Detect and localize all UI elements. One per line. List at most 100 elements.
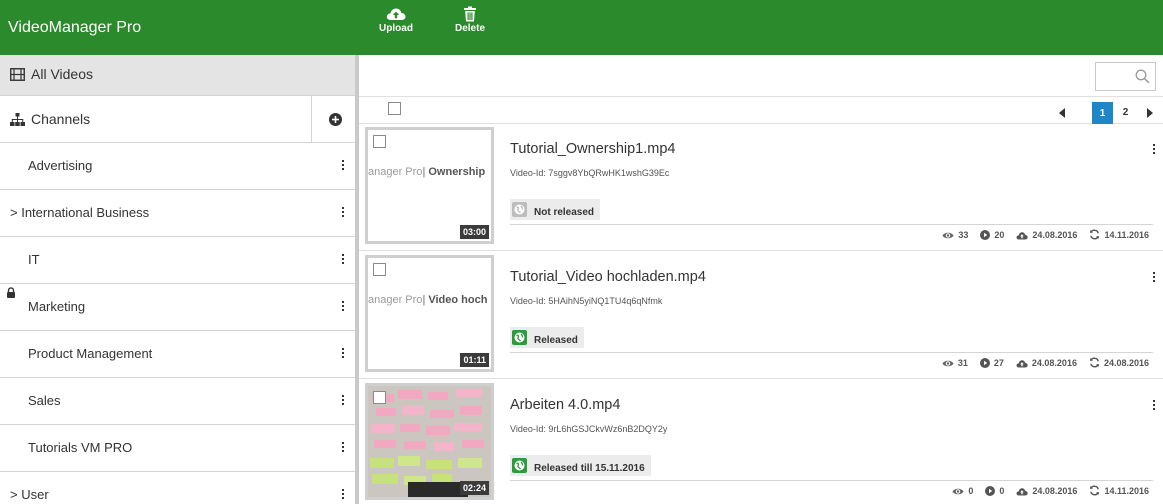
channel-label: Marketing <box>28 299 86 314</box>
sidebar-channel-item[interactable]: > International Business <box>0 190 355 237</box>
sticky-note <box>398 456 420 466</box>
video-title[interactable]: Tutorial_Ownership1.mp4 <box>510 141 675 157</box>
release-status-icon-wrap <box>510 455 530 476</box>
sidebar-channel-item[interactable]: Marketing <box>0 284 355 331</box>
sidebar-item-all-videos[interactable]: All Videos <box>0 55 355 96</box>
search-icon[interactable] <box>1135 69 1150 84</box>
add-channel-button[interactable] <box>311 96 355 143</box>
sidebar-channel-item[interactable]: Tutorials VM PRO <box>0 425 355 472</box>
thumbnail-caption-right: Ownership <box>428 166 486 178</box>
caret-right-icon <box>1147 108 1153 118</box>
sticky-note <box>376 408 396 416</box>
video-stats: 0 0 24.08.2016 14.11.2016 <box>940 485 1149 496</box>
channel-menu-icon[interactable] <box>340 160 346 174</box>
play-circle-icon <box>979 358 990 368</box>
upload-label: Upload <box>379 23 413 34</box>
delete-label: Delete <box>454 23 485 34</box>
page-2-button[interactable]: 2 <box>1115 102 1136 124</box>
sidebar-channel-item[interactable]: IT <box>0 237 355 284</box>
updated-stat: 14.11.2016 <box>1089 485 1149 496</box>
release-status-badge: Released <box>510 327 584 348</box>
next-page-button[interactable] <box>1143 102 1157 124</box>
video-select-checkbox[interactable] <box>373 135 386 148</box>
thumbnail-caption: anager Pro| Ownership <box>368 166 491 178</box>
video-thumbnail[interactable]: anager Pro| Ownership 03:00 <box>365 127 494 244</box>
video-row[interactable]: 02:24 Arbeiten 4.0.mp4 Video-Id: 9rL6hGSJC… <box>359 380 1163 504</box>
sticky-note <box>458 458 482 468</box>
video-thumbnail[interactable]: 02:24 <box>365 383 494 500</box>
release-status-badge: Not released <box>510 199 601 220</box>
uploaded-stat: 24.08.2016 <box>1016 486 1077 496</box>
top-bar: VideoManager Pro Upload Delete <box>0 0 1163 55</box>
release-status-label: Released <box>534 335 578 346</box>
channel-menu-icon[interactable] <box>340 395 346 409</box>
updated-date: 14.11.2016 <box>1104 486 1149 496</box>
video-info: Tutorial_Ownership1.mp4 Video-Id: 7sggv8Y… <box>510 124 1153 248</box>
channel-label: Advertising <box>28 158 93 173</box>
refresh-icon <box>1090 229 1100 240</box>
search-box <box>1095 62 1156 91</box>
sticky-note <box>456 389 482 397</box>
uploaded-date: 24.08.2016 <box>1032 486 1078 496</box>
sidebar-channel-item[interactable]: Sales <box>0 378 355 425</box>
lock-icon <box>7 287 15 298</box>
sticky-note <box>404 441 426 449</box>
page-1-button[interactable]: 1 <box>1092 102 1113 124</box>
video-thumbnail[interactable]: anager Pro| Video hoch 01:11 <box>365 255 494 372</box>
video-select-checkbox[interactable] <box>373 263 386 276</box>
channel-menu-icon[interactable] <box>340 348 346 362</box>
refresh-icon <box>1089 357 1099 368</box>
video-title[interactable]: Arbeiten 4.0.mp4 <box>510 397 620 413</box>
video-row[interactable]: anager Pro| Video hoch 01:11 Tutorial_Vide… <box>359 252 1163 376</box>
channel-menu-icon[interactable] <box>340 207 346 221</box>
divider <box>510 480 1153 481</box>
select-all-checkbox[interactable] <box>388 102 401 115</box>
sticky-note <box>398 390 422 399</box>
video-id: Video-Id: 7sggv8YbQRwHK1wshG39Ec <box>510 168 670 178</box>
sticky-note <box>454 423 482 431</box>
channel-menu-icon[interactable] <box>340 254 346 268</box>
upload-button[interactable]: Upload <box>371 6 421 50</box>
search-input[interactable] <box>1096 63 1134 90</box>
views-count: 31 <box>957 358 968 368</box>
thumbnail-caption-left: anager Pro <box>368 294 423 306</box>
prev-page-button[interactable] <box>1055 102 1069 124</box>
app-title: VideoManager Pro <box>8 19 142 36</box>
release-status-icon-wrap <box>510 199 530 220</box>
plays-stat: 27 <box>979 358 1004 368</box>
channel-menu-icon[interactable] <box>340 301 346 315</box>
sticky-note <box>402 406 424 415</box>
sidebar-channel-item[interactable]: > User <box>0 472 355 504</box>
views-stat: 0 <box>952 486 973 496</box>
globe-icon <box>512 202 527 217</box>
video-select-checkbox[interactable] <box>373 391 386 404</box>
plays-count: 0 <box>999 486 1005 496</box>
updated-date: 14.11.2016 <box>1104 230 1149 240</box>
thumbnail-caption-left: anager Pro <box>368 166 423 178</box>
duration-badge: 02:24 <box>459 481 489 495</box>
channel-menu-icon[interactable] <box>340 489 346 503</box>
sticky-note <box>434 442 454 451</box>
eye-icon <box>942 360 954 367</box>
video-stats: 31 27 24.08.2016 24.08.2016 <box>930 357 1149 368</box>
channel-menu-icon[interactable] <box>340 442 346 456</box>
sidebar-channel-item[interactable]: Advertising <box>0 143 355 190</box>
sidebar-channel-item[interactable]: Product Management <box>0 331 355 378</box>
video-menu-icon[interactable] <box>1151 144 1157 158</box>
views-stat: 33 <box>942 230 968 240</box>
cloud-upload-icon <box>1016 360 1028 368</box>
sticky-note <box>426 426 450 435</box>
sticky-note <box>462 440 484 448</box>
delete-button[interactable]: Delete <box>445 6 495 50</box>
sticky-note <box>428 392 448 400</box>
uploaded-date: 24.08.2016 <box>1031 358 1077 368</box>
channel-label: Tutorials VM PRO <box>28 440 133 455</box>
video-menu-icon[interactable] <box>1151 272 1157 286</box>
channels-title-wrap: Channels <box>10 111 90 127</box>
video-title[interactable]: Tutorial_Video hochladen.mp4 <box>510 269 706 285</box>
video-menu-icon[interactable] <box>1151 400 1157 414</box>
thumbnail-caption: anager Pro| Video hoch <box>368 294 491 306</box>
plays-stat: 20 <box>980 230 1004 240</box>
plus-circle-icon <box>329 113 342 126</box>
video-row[interactable]: anager Pro| Ownership 03:00 Tutorial_Owner… <box>359 124 1163 248</box>
